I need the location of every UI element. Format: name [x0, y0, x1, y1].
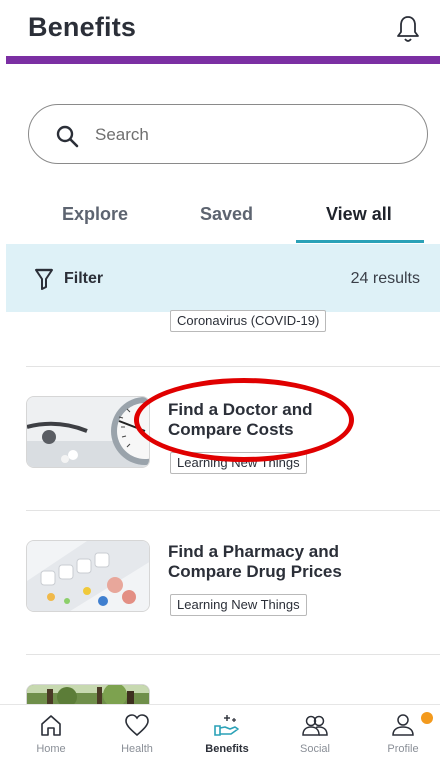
nav-social[interactable]: Social: [280, 713, 350, 755]
nav-label: Health: [121, 743, 153, 755]
hand-plus-icon: [214, 715, 239, 736]
card-title-line: Find a Pharmacy and: [168, 542, 339, 561]
nav-label: Profile: [387, 743, 419, 755]
filter-button-label[interactable]: Filter: [64, 270, 103, 288]
search-icon: [56, 125, 79, 148]
nav-label: Social: [300, 743, 330, 755]
category-tag: Learning New Things: [170, 452, 307, 474]
card-title[interactable]: Find a Pharmacy and Compare Drug Prices: [168, 542, 408, 582]
home-icon: [41, 715, 61, 736]
card-title-line: Compare Costs: [168, 420, 294, 439]
nav-label: Home: [36, 743, 66, 755]
tab-explore[interactable]: Explore: [62, 204, 128, 225]
notification-badge: [421, 712, 433, 724]
list-divider: [26, 654, 440, 655]
person-icon: [392, 714, 414, 736]
pharmacy-thumbnail-image[interactable]: [26, 540, 150, 612]
bell-icon[interactable]: [394, 14, 422, 44]
search-input[interactable]: [95, 119, 395, 151]
nav-benefits[interactable]: Benefits: [192, 713, 262, 755]
results-count: 24 results: [350, 270, 420, 287]
nav-health[interactable]: Health: [102, 713, 172, 755]
nav-label: Benefits: [205, 743, 249, 755]
heart-icon: [125, 714, 149, 737]
tab-saved[interactable]: Saved: [200, 204, 253, 225]
list-divider: [26, 510, 440, 511]
nav-home[interactable]: Home: [16, 713, 86, 755]
app-header: Benefits: [0, 0, 440, 56]
page-title: Benefits: [28, 12, 137, 42]
search-bar[interactable]: [28, 104, 428, 164]
card-title[interactable]: Find a Doctor and Compare Costs: [168, 400, 408, 440]
card-title-line: Find a Doctor and: [168, 400, 313, 419]
people-icon: [302, 715, 328, 736]
active-tab-indicator: [296, 240, 424, 243]
category-tag: Coronavirus (COVID-19): [170, 310, 327, 332]
doctor-thumbnail-image[interactable]: [26, 396, 150, 468]
category-tag: Learning New Things: [170, 594, 307, 616]
filter-icon[interactable]: [34, 268, 54, 290]
tab-view-all[interactable]: View all: [326, 204, 392, 225]
card-title-line: Compare Drug Prices: [168, 562, 342, 581]
tab-bar: Explore Saved View all: [0, 196, 440, 244]
list-divider: [26, 366, 440, 367]
header-accent-bar: [6, 56, 440, 64]
bottom-navigation: Home Health Benefits Social Profile: [0, 704, 440, 762]
filter-bar: Filter 24 results: [6, 244, 440, 312]
